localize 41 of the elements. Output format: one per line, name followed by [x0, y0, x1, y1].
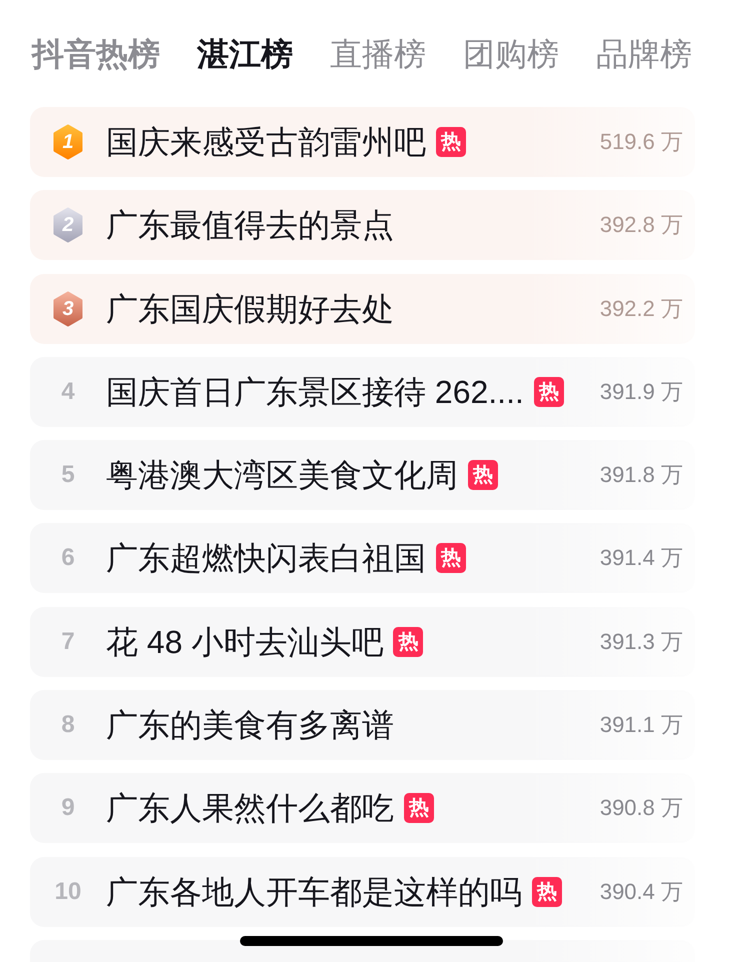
rank-number: 5	[61, 460, 75, 490]
heat-count: 391.3 万	[598, 628, 683, 656]
heat-count: 390.4 万	[598, 878, 683, 906]
item-title: 广东人果然什么都吃	[106, 789, 394, 828]
heat-count: 392.2 万	[598, 294, 683, 323]
rank-badge: 3	[52, 290, 84, 327]
heat-count: 390.8 万	[598, 794, 683, 822]
hot-list-item[interactable]: 3 广东国庆假期好去处 392.2 万	[30, 274, 695, 344]
rank-badge: 1	[52, 124, 84, 160]
hot-tag: 热	[532, 876, 562, 907]
heat-count: 519.6 万	[598, 128, 683, 156]
hot-tag: 热	[393, 626, 424, 657]
heat-count: 391.9 万	[598, 378, 683, 406]
item-title: 国庆首日广东景区接待 262....	[106, 372, 524, 412]
item-title: 广东各地人开车都是这样的吗	[106, 872, 522, 912]
hot-tag: 热	[436, 543, 466, 574]
heat-count: 391.1 万	[598, 711, 683, 740]
heat-count: 391.8 万	[598, 461, 683, 490]
rank-number: 4	[61, 376, 75, 407]
rank-number: 7	[61, 626, 75, 657]
heat-count: 392.8 万	[598, 211, 683, 240]
item-title: 广东的美食有多离谱	[106, 706, 394, 746]
rank-number: 6	[61, 543, 75, 574]
hot-tag: 热	[404, 793, 434, 824]
heat-count: 391.4 万	[598, 544, 683, 572]
rank-badge: 2	[52, 207, 84, 244]
hot-tag: 热	[468, 460, 498, 490]
item-title: 广东最值得去的景点	[106, 206, 394, 246]
tab[interactable]: 湛江榜	[197, 34, 293, 74]
rank-number: 9	[61, 793, 75, 824]
hot-tag: 热	[534, 376, 564, 407]
item-title: 粤港澳大湾区美食文化周	[106, 456, 458, 496]
hot-list-item[interactable]: 2 广东最值得去的景点 392.8 万	[30, 190, 695, 260]
item-title: 花 48 小时去汕头吧	[106, 622, 384, 662]
item-title: 国庆来感受古韵雷州吧	[106, 123, 426, 162]
rank-number: 10	[54, 876, 82, 907]
rank-number: 8	[61, 710, 75, 740]
hot-list-item[interactable]: 1 国庆来感受古韵雷州吧 热 519.6 万	[30, 107, 695, 177]
item-title: 广东国庆假期好去处	[106, 290, 394, 329]
hot-tag: 热	[436, 127, 466, 157]
item-title: 广东超燃快闪表白祖国	[106, 539, 426, 578]
